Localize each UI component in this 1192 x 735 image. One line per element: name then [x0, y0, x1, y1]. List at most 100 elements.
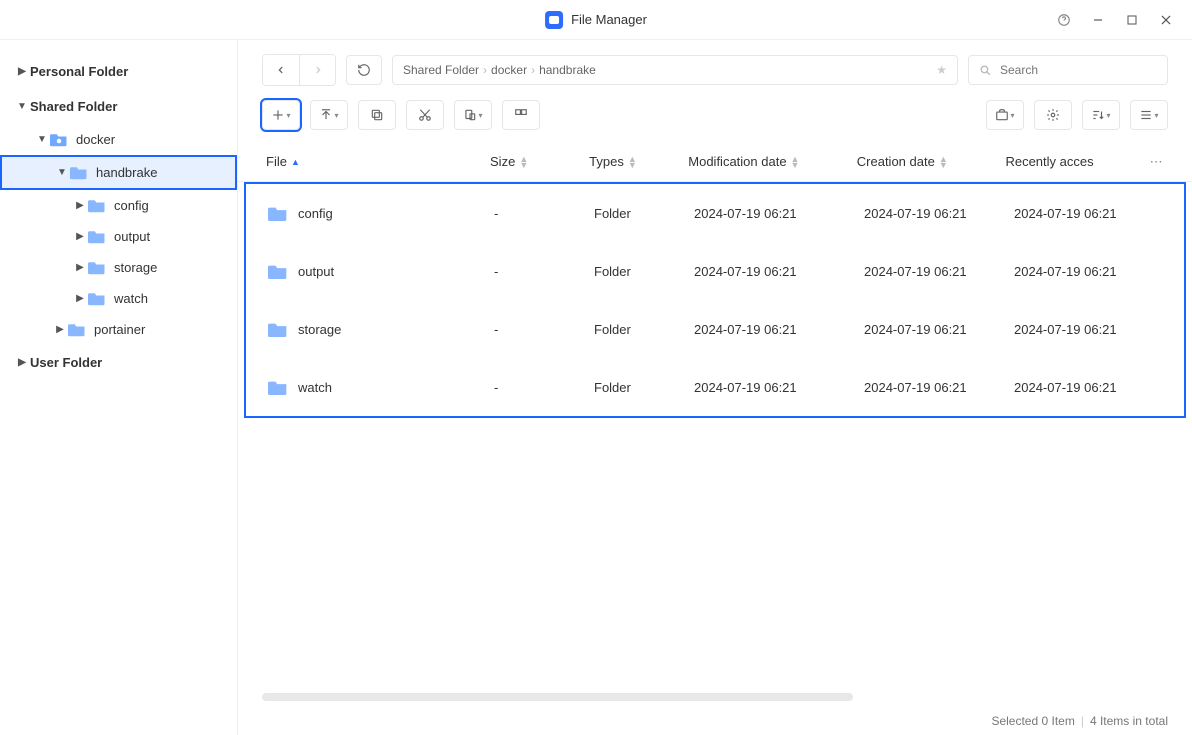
sidebar-item-config[interactable]: ▶ config — [0, 190, 237, 221]
th-types[interactable]: Types ▲▼ — [589, 154, 688, 169]
folder-icon — [68, 322, 86, 337]
toolbar: Shared Folder › docker › handbrake ★ — [238, 40, 1192, 94]
sort-icon: ▲▼ — [628, 156, 637, 168]
sidebar-item-portainer[interactable]: ▶ portainer — [0, 314, 237, 345]
sidebar-item-personal[interactable]: ▶ Personal Folder — [0, 54, 237, 89]
th-file[interactable]: File ▲ — [262, 154, 490, 169]
row-mod: 2024-07-19 06:21 — [694, 264, 797, 279]
th-create[interactable]: Creation date ▲▼ — [857, 154, 1006, 169]
chevron-right-icon: ▶ — [52, 324, 68, 335]
row-mod: 2024-07-19 06:21 — [694, 322, 797, 337]
row-name: output — [298, 264, 334, 279]
th-acc-label: Recently acces — [1005, 154, 1093, 169]
horizontal-scrollbar[interactable] — [262, 693, 853, 701]
file-table: File ▲ Size ▲▼ Types ▲▼ Modification dat… — [238, 142, 1192, 707]
titlebar: File Manager — [0, 0, 1192, 40]
back-button[interactable] — [263, 55, 299, 85]
maximize-button[interactable] — [1122, 10, 1142, 30]
th-mod[interactable]: Modification date ▲▼ — [688, 154, 857, 169]
view-button[interactable]: ▾ — [1130, 100, 1168, 130]
breadcrumb[interactable]: Shared Folder › docker › handbrake ★ — [392, 55, 958, 85]
table-row[interactable]: storage-Folder2024-07-19 06:212024-07-19… — [246, 300, 1184, 358]
sidebar-label-user: User Folder — [30, 355, 102, 370]
row-type: Folder — [594, 322, 631, 337]
sidebar-item-user[interactable]: ▶ User Folder — [0, 345, 237, 380]
forward-button[interactable] — [299, 55, 335, 85]
row-type: Folder — [594, 264, 631, 279]
cut-button[interactable] — [406, 100, 444, 130]
copy-button[interactable] — [358, 100, 396, 130]
minimize-button[interactable] — [1088, 10, 1108, 30]
folder-icon — [88, 198, 106, 213]
sort-button[interactable]: ▾ — [1082, 100, 1120, 130]
shared-folder-icon — [50, 132, 68, 147]
sidebar-item-shared[interactable]: ▼ Shared Folder — [0, 89, 237, 124]
upload-button[interactable]: ▾ — [310, 100, 348, 130]
favorite-icon[interactable]: ★ — [936, 63, 947, 77]
row-size: - — [494, 264, 498, 279]
search-icon — [979, 64, 992, 77]
crumb-2[interactable]: handbrake — [539, 63, 596, 77]
sidebar-item-watch[interactable]: ▶ watch — [0, 283, 237, 314]
sidebar: ▶ Personal Folder ▼ Shared Folder ▼ dock… — [0, 40, 238, 735]
chevron-right-icon: › — [531, 63, 535, 77]
crumb-1[interactable]: docker — [491, 63, 527, 77]
row-create: 2024-07-19 06:21 — [864, 264, 967, 279]
row-acc: 2024-07-19 06:21 — [1014, 322, 1117, 337]
sidebar-label-portainer: portainer — [94, 322, 145, 337]
sidebar-label-watch: watch — [114, 291, 148, 306]
sidebar-item-storage[interactable]: ▶ storage — [0, 252, 237, 283]
sort-icon: ▲▼ — [519, 156, 528, 168]
crumb-0[interactable]: Shared Folder — [403, 63, 479, 77]
th-types-label: Types — [589, 154, 624, 169]
folder-icon — [268, 379, 288, 396]
search-input[interactable] — [1000, 63, 1157, 77]
folder-icon — [88, 229, 106, 244]
folder-icon — [88, 260, 106, 275]
chevron-right-icon: ▶ — [14, 66, 30, 77]
folder-icon — [70, 165, 88, 180]
new-button[interactable]: ▾ — [262, 100, 300, 130]
sort-icon: ▲▼ — [791, 156, 800, 168]
row-acc: 2024-07-19 06:21 — [1014, 380, 1117, 395]
sidebar-label-docker: docker — [76, 132, 115, 147]
close-button[interactable] — [1156, 10, 1176, 30]
sidebar-item-output[interactable]: ▶ output — [0, 221, 237, 252]
th-acc[interactable]: Recently acces — [1005, 154, 1144, 169]
chevron-down-icon: ▼ — [34, 134, 50, 145]
sort-icon: ▲ — [291, 159, 300, 165]
table-row[interactable]: watch-Folder2024-07-19 06:212024-07-19 0… — [246, 358, 1184, 416]
row-name: watch — [298, 380, 332, 395]
table-row[interactable]: output - Folder 2024-07-19 06:21 2024-07-19 … — [246, 242, 1184, 300]
chevron-down-icon: ▼ — [54, 167, 70, 178]
settings-button[interactable] — [1034, 100, 1072, 130]
row-name: storage — [298, 322, 341, 337]
row-create: 2024-07-19 06:21 — [864, 206, 967, 221]
folder-icon — [268, 263, 288, 280]
sidebar-label-output: output — [114, 229, 150, 244]
table-body: config-Folder2024-07-19 06:212024-07-19 … — [238, 182, 1192, 687]
table-header: File ▲ Size ▲▼ Types ▲▼ Modification dat… — [238, 142, 1192, 182]
archive-button[interactable]: ▾ — [986, 100, 1024, 130]
row-mod: 2024-07-19 06:21 — [694, 380, 797, 395]
table-row[interactable]: config-Folder2024-07-19 06:212024-07-19 … — [246, 184, 1184, 242]
paste-button[interactable]: ▾ — [454, 100, 492, 130]
row-create: 2024-07-19 06:21 — [864, 322, 967, 337]
search-box[interactable] — [968, 55, 1168, 85]
status-bar: Selected 0 Item | 4 Items in total — [238, 707, 1192, 735]
th-size[interactable]: Size ▲▼ — [490, 154, 589, 169]
refresh-button[interactable] — [346, 55, 382, 85]
th-create-label: Creation date — [857, 154, 935, 169]
th-file-label: File — [266, 154, 287, 169]
sidebar-item-handbrake[interactable]: ▼ handbrake — [0, 155, 237, 190]
row-type: Folder — [594, 380, 631, 395]
app-title: File Manager — [571, 12, 647, 27]
help-button[interactable] — [1054, 10, 1074, 30]
sidebar-item-docker[interactable]: ▼ docker — [0, 124, 237, 155]
columns-more-button[interactable]: ⋯ — [1144, 154, 1168, 170]
multi-select-button[interactable] — [502, 100, 540, 130]
sidebar-label-storage: storage — [114, 260, 157, 275]
actionbar: ▾ ▾ ▾ ▾ — [238, 94, 1192, 142]
row-create: 2024-07-19 06:21 — [864, 380, 967, 395]
row-acc: 2024-07-19 06:21 — [1014, 206, 1117, 221]
